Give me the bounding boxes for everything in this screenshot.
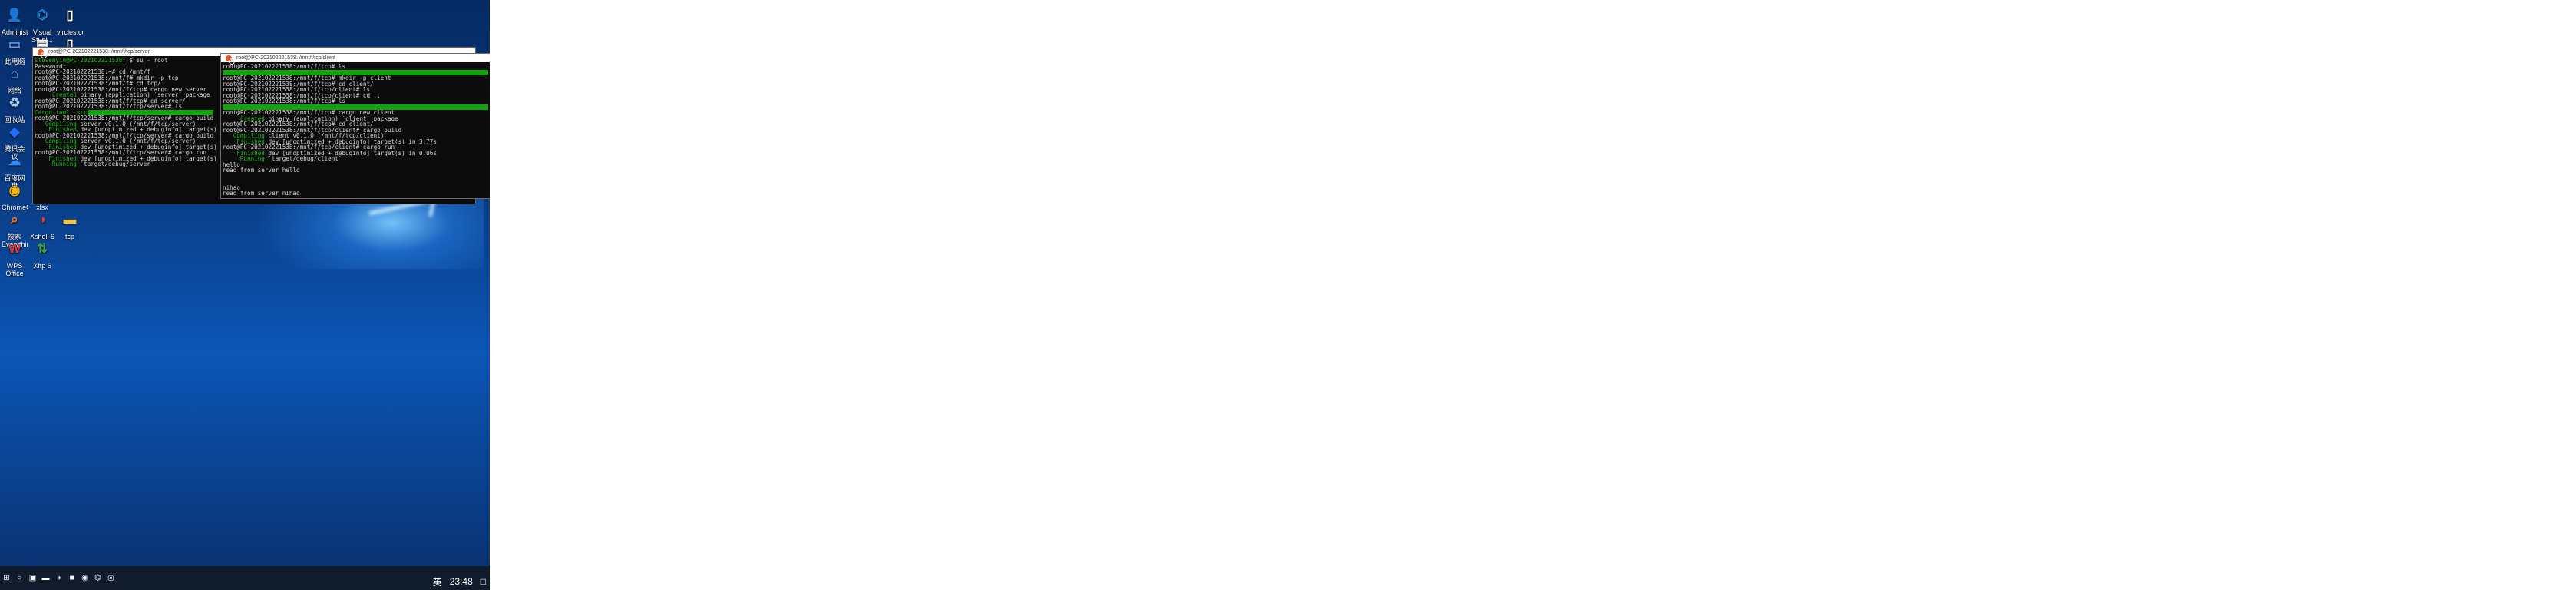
- terminal-line: root@PC-202102221538:/mnt/f/tcp# cargo n…: [223, 110, 395, 116]
- file-icon: ▯: [66, 7, 74, 22]
- chrome-icon[interactable]: ◎: [104, 563, 117, 590]
- taskbar-apps: ⊞ ○ ▣ ▬ ◑ ■ ◉ ⌬ ◎: [0, 563, 117, 590]
- terminal-line: Finished dev [unoptimized + debuginfo] t…: [236, 138, 437, 144]
- desktop-icon[interactable]: ◉ChromeGAE: [2, 178, 28, 212]
- terminal-line: root@PC-202102221538:/mnt/f/tcp/client# …: [223, 127, 402, 133]
- terminal-line: root@PC-202102221538:/mnt/f/tcp# cd clie…: [223, 121, 374, 128]
- desktop-icon-label: tcp: [64, 233, 74, 240]
- xshell-icon: ◑: [38, 211, 47, 227]
- network-icon: ⌂: [10, 65, 19, 81]
- desktop-icon[interactable]: ▯vircles.conf: [57, 3, 83, 37]
- terminal-line: root@PC-202102221538:/mnt/f/tcp# mkdir -…: [223, 75, 391, 81]
- search-icon[interactable]: ○: [13, 563, 26, 590]
- terminal-line: Running `target/debug/client`: [239, 156, 342, 162]
- blank-area: [490, 0, 2576, 590]
- vscode-icon: ⌬: [36, 7, 48, 22]
- terminal-line: root@PC-202102221538:/mnt/f/tcp/client# …: [223, 87, 371, 93]
- folder-icon: ▬: [63, 211, 77, 227]
- xftp-icon: ⇅: [36, 240, 48, 256]
- wps-icon: W: [8, 240, 21, 256]
- ubuntu-icon: [38, 48, 47, 58]
- taskbar: ⊞ ○ ▣ ▬ ◑ ■ ◉ ⌬ ◎ 英 23:48 □: [0, 566, 490, 590]
- client-terminal-output[interactable]: root@PC-202102221538:/mnt/f/tcp# ls root…: [221, 62, 490, 198]
- desktop-icon-label: Xftp 6: [33, 262, 51, 270]
- notification-icon[interactable]: □: [481, 576, 486, 587]
- terminal-line: root@PC-202102221538:/mnt/f/tcp/client# …: [223, 92, 381, 98]
- computer-icon: ▭: [8, 36, 21, 51]
- terminal-line: read from server hello: [223, 167, 300, 174]
- xshell-icon[interactable]: ◑: [52, 563, 65, 590]
- desktop-icon[interactable]: ▭ 此电脑: [2, 32, 28, 66]
- desktop-icon[interactable]: W WPS Office: [2, 237, 28, 278]
- start-icon[interactable]: ⊞: [0, 563, 13, 590]
- terminal-line: hello: [223, 161, 240, 167]
- desktop-icon[interactable]: ⌂ 网络: [2, 61, 28, 95]
- terminal-line: Finished dev [unoptimized + debuginfo] t…: [236, 150, 437, 156]
- search-icon: ⌕: [11, 211, 18, 227]
- recycle-bin-icon: ♻: [8, 94, 21, 110]
- desktop-icon[interactable]: ⇅ Xftp 6: [29, 237, 55, 270]
- user-folder-icon: 👤: [6, 7, 23, 22]
- system-tray: 英 23:48 □: [429, 566, 490, 590]
- desktop-screen: 👤Administr...⌬Visual Studi...▯vircles.co…: [0, 0, 490, 590]
- terminal-line: root@PC-202102221538:/mnt/f/tcp# ls: [223, 98, 346, 104]
- terminal-line: Created binary (application) `client` pa…: [239, 115, 398, 121]
- cloud-drive-icon: ☁: [8, 153, 21, 168]
- meeting-icon: ◆: [9, 124, 20, 139]
- terminal-line: read from server nihao: [223, 191, 300, 197]
- task-view-icon[interactable]: ▣: [26, 563, 39, 590]
- terminal-icon[interactable]: ◉: [78, 563, 91, 590]
- app-icon[interactable]: ■: [65, 563, 78, 590]
- terminal-line: root@PC-202102221538:/mnt/f/tcp# cd clie…: [223, 81, 374, 87]
- terminal-line: [223, 104, 488, 110]
- desktop-icon[interactable]: 👤Administr...: [2, 3, 28, 37]
- vscode-icon[interactable]: ⌬: [91, 563, 104, 590]
- desktop-icon[interactable]: ♻ 回收站: [2, 91, 28, 124]
- client-terminal-window[interactable]: root@PC-202102221538: /mnt/f/tcp/client …: [220, 53, 490, 199]
- ime-indicator[interactable]: 英: [433, 575, 442, 588]
- server-window-title: root@PC-202102221538: /mnt/f/tcp/server: [48, 49, 150, 55]
- terminal-line: Compiling client v0.1.0 (/mnt/f/tcp/clie…: [233, 133, 385, 139]
- terminal-line: nihao: [223, 184, 240, 191]
- desktop-icon[interactable]: ◑ Xshell 6: [29, 207, 55, 241]
- file-explorer-icon[interactable]: ▬: [39, 563, 52, 590]
- terminal-line: root@PC-202102221538:/mnt/f/tcp/client# …: [223, 144, 395, 151]
- chrome-icon: ◉: [8, 182, 21, 197]
- terminal-line: [223, 69, 488, 75]
- ubuntu-icon: [226, 55, 235, 65]
- desktop-icon-label: WPS Office: [5, 262, 24, 277]
- client-window-titlebar[interactable]: root@PC-202102221538: /mnt/f/tcp/client: [221, 54, 490, 65]
- terminal-line: root@PC-202102221538:/mnt/f/tcp# ls: [223, 64, 346, 70]
- clock[interactable]: 23:48: [450, 576, 473, 587]
- client-window-title: root@PC-202102221538: /mnt/f/tcp/client: [236, 55, 335, 61]
- desktop-icon[interactable]: ▬ tcp: [57, 207, 83, 241]
